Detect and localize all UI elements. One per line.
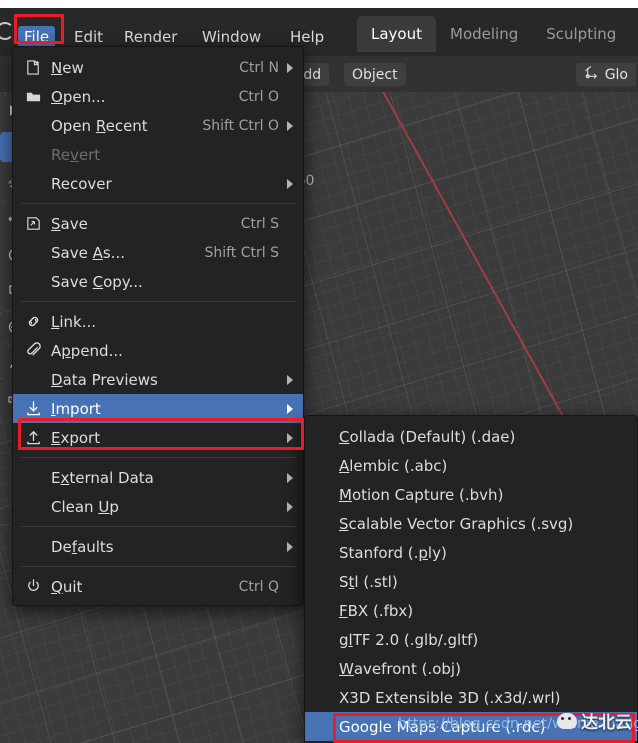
- window-menu-button[interactable]: Window: [196, 26, 267, 48]
- watermark-brand: 达北云: [557, 708, 632, 733]
- file-menu-item-append-label: Append...: [51, 342, 279, 360]
- save-icon: [25, 215, 51, 232]
- file-menu-item-save-as[interactable]: Save As... Shift Ctrl S: [13, 238, 303, 267]
- file-menu-item-quit-label: Quit: [51, 578, 223, 596]
- tab-modeling[interactable]: Modeling: [436, 16, 532, 52]
- file-menu-item-data-previews-label: Data Previews: [51, 371, 279, 389]
- file-menu-item-new[interactable]: New Ctrl N: [13, 53, 303, 82]
- file-menu-item-export[interactable]: Export: [13, 423, 303, 452]
- file-menu-item-open-accel: Ctrl O: [239, 89, 279, 105]
- file-menu-item-open-recent-label: Open Recent: [51, 117, 186, 135]
- menu-separator: [21, 203, 295, 204]
- submenu-arrow-icon: [287, 121, 293, 131]
- watermark-brand-text: 达北云: [581, 708, 632, 733]
- axis-gizmo-icon: [584, 65, 599, 84]
- paperclip-icon: [25, 342, 51, 359]
- submenu-arrow-icon: [287, 63, 293, 73]
- wechat-logo-icon: [557, 713, 577, 729]
- transform-orientation-selector[interactable]: Glo: [576, 63, 636, 86]
- import-item-gltf[interactable]: glTF 2.0 (.glb/.gltf): [305, 625, 637, 654]
- file-menu-item-data-previews[interactable]: Data Previews: [13, 365, 303, 394]
- file-menu-item-external-data[interactable]: External Data: [13, 463, 303, 492]
- render-menu-button[interactable]: Render: [118, 26, 183, 48]
- viewport-menu-object[interactable]: Object: [344, 63, 406, 86]
- edit-menu-button[interactable]: Edit: [68, 26, 109, 48]
- power-icon: [25, 578, 51, 595]
- file-menu-item-save-as-label: Save As...: [51, 244, 188, 262]
- submenu-arrow-icon: [287, 473, 293, 483]
- file-menu-item-save-copy-label: Save Copy...: [51, 273, 279, 291]
- file-menu-item-clean-up[interactable]: Clean Up: [13, 492, 303, 521]
- file-menu-item-save-label: Save: [51, 215, 225, 233]
- workspace-tabs: Layout Modeling Sculpting: [357, 16, 630, 52]
- file-menu-item-new-label: New: [51, 59, 223, 77]
- import-item-motion-capture[interactable]: Motion Capture (.bvh): [305, 480, 637, 509]
- menu-separator: [21, 526, 295, 527]
- open-folder-icon: [25, 88, 51, 105]
- file-menu-item-revert-label: Revert: [51, 146, 279, 164]
- file-menu-item-external-data-label: External Data: [51, 469, 279, 487]
- file-menu-item-open-label: Open...: [51, 88, 223, 106]
- link-icon: [25, 313, 51, 330]
- export-arrow-icon: [25, 429, 51, 446]
- file-menu-item-export-label: Export: [51, 429, 279, 447]
- file-menu-item-quit-accel: Ctrl Q: [239, 579, 279, 595]
- file-menu-item-save[interactable]: Save Ctrl S: [13, 209, 303, 238]
- transform-orientation-label: Glo: [605, 67, 628, 83]
- file-menu-item-defaults[interactable]: Defaults: [13, 532, 303, 561]
- file-menu-item-save-as-accel: Shift Ctrl S: [204, 245, 279, 261]
- help-menu-button[interactable]: Help: [284, 26, 330, 48]
- file-dropdown-menu: New Ctrl N Open... Ctrl O Open Recent Sh…: [12, 46, 304, 606]
- menu-separator: [21, 566, 295, 567]
- file-menu-item-new-accel: Ctrl N: [239, 60, 279, 76]
- import-item-stl[interactable]: Stl (.stl): [305, 567, 637, 596]
- import-item-collada[interactable]: Collada (Default) (.dae): [305, 422, 637, 451]
- import-item-wavefront-obj[interactable]: Wavefront (.obj): [305, 654, 637, 683]
- window-titlebar: Blender: [0, 0, 638, 8]
- file-menu-button[interactable]: File: [18, 26, 55, 48]
- file-menu-item-clean-up-label: Clean Up: [51, 498, 279, 516]
- import-item-fbx[interactable]: FBX (.fbx): [305, 596, 637, 625]
- import-submenu: Collada (Default) (.dae) Alembic (.abc) …: [304, 415, 638, 743]
- file-menu-item-open[interactable]: Open... Ctrl O: [13, 82, 303, 111]
- file-menu-item-import-label: Import: [51, 400, 279, 418]
- submenu-arrow-icon: [287, 179, 293, 189]
- file-menu-item-save-accel: Ctrl S: [241, 216, 279, 232]
- file-menu-item-defaults-label: Defaults: [51, 538, 279, 556]
- window-title-text: Blender: [2, 0, 49, 3]
- submenu-arrow-icon: [287, 433, 293, 443]
- tab-layout[interactable]: Layout: [357, 16, 436, 52]
- blender-logo-icon: [0, 22, 14, 40]
- import-item-svg[interactable]: Scalable Vector Graphics (.svg): [305, 509, 637, 538]
- file-menu-item-import[interactable]: Import: [13, 394, 303, 423]
- import-arrow-icon: [25, 400, 51, 417]
- new-file-icon: [25, 59, 51, 76]
- blender-application-window: Blender Object Mode View: [0, 0, 638, 743]
- file-menu-item-recover-label: Recover: [51, 175, 279, 193]
- submenu-arrow-icon: [287, 502, 293, 512]
- file-menu-item-save-copy[interactable]: Save Copy...: [13, 267, 303, 296]
- file-menu-item-quit[interactable]: Quit Ctrl Q: [13, 572, 303, 601]
- menu-separator: [21, 457, 295, 458]
- file-menu-item-append[interactable]: Append...: [13, 336, 303, 365]
- file-menu-item-open-recent[interactable]: Open Recent Shift Ctrl O: [13, 111, 303, 140]
- file-menu-item-link[interactable]: Link...: [13, 307, 303, 336]
- file-menu-item-open-recent-accel: Shift Ctrl O: [202, 118, 279, 134]
- file-menu-item-recover[interactable]: Recover: [13, 169, 303, 198]
- file-menu-item-revert: Revert: [13, 140, 303, 169]
- submenu-arrow-icon: [287, 375, 293, 385]
- file-menu-item-link-label: Link...: [51, 313, 279, 331]
- import-item-alembic[interactable]: Alembic (.abc): [305, 451, 637, 480]
- import-item-stanford-ply[interactable]: Stanford (.ply): [305, 538, 637, 567]
- submenu-arrow-icon: [287, 542, 293, 552]
- tab-sculpting[interactable]: Sculpting: [532, 16, 630, 52]
- submenu-arrow-icon: [287, 404, 293, 414]
- menu-separator: [21, 301, 295, 302]
